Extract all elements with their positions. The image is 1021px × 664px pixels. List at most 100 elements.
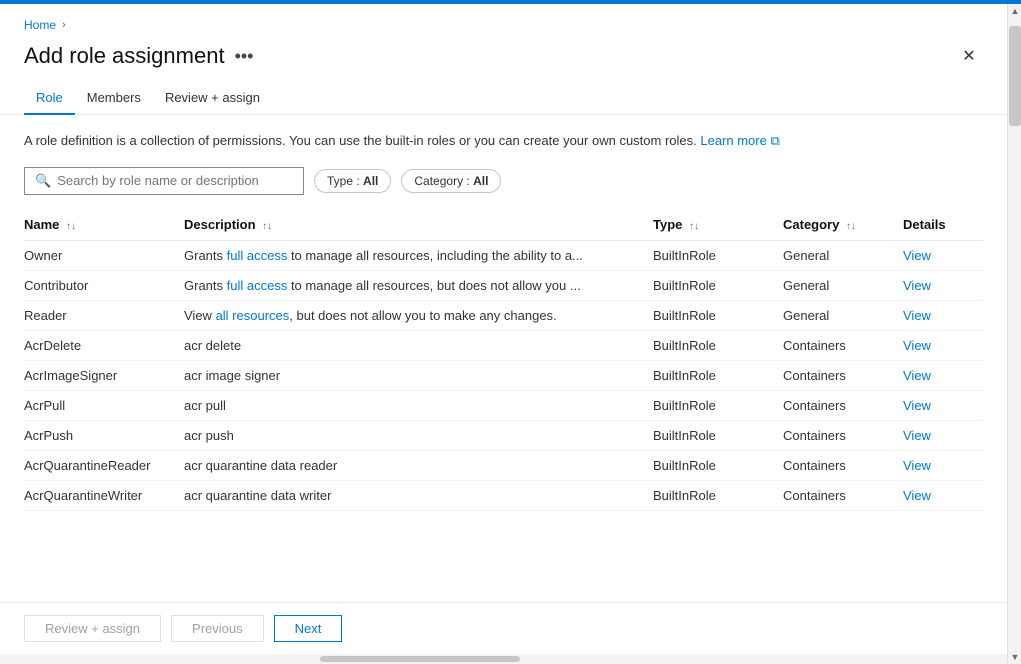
cell-name: AcrPull — [24, 390, 184, 420]
type-filter-value: All — [363, 174, 378, 188]
cell-type: BuiltInRole — [653, 330, 783, 360]
view-link[interactable]: View — [903, 248, 931, 263]
table-row[interactable]: ContributorGrants full access to manage … — [24, 270, 983, 300]
cell-details: View — [903, 360, 983, 390]
page-title: Add role assignment — [24, 43, 225, 69]
cell-category: Containers — [783, 360, 903, 390]
scroll-thumb[interactable] — [1009, 26, 1021, 126]
next-button[interactable]: Next — [274, 615, 343, 642]
type-sort-icon: ↑↓ — [689, 221, 699, 232]
close-icon: ✕ — [962, 46, 975, 66]
panel-title-group: Add role assignment ••• — [24, 43, 253, 69]
category-filter-pill[interactable]: Category : All — [401, 169, 501, 193]
table-row[interactable]: AcrPushacr pushBuiltInRoleContainersView — [24, 420, 983, 450]
cell-description: acr push — [184, 420, 653, 450]
table-body: OwnerGrants full access to manage all re… — [24, 240, 983, 510]
table-row[interactable]: AcrQuarantineReaderacr quarantine data r… — [24, 450, 983, 480]
table-row[interactable]: OwnerGrants full access to manage all re… — [24, 240, 983, 270]
learn-more-link[interactable]: Learn more ⧉ — [700, 133, 779, 148]
table-row[interactable]: AcrImageSigneracr image signerBuiltInRol… — [24, 360, 983, 390]
view-link[interactable]: View — [903, 368, 931, 383]
add-role-assignment-panel: Home › Add role assignment ••• ✕ Role — [0, 4, 1021, 664]
tab-role[interactable]: Role — [24, 82, 75, 115]
cell-name: AcrQuarantineReader — [24, 450, 184, 480]
cell-type: BuiltInRole — [653, 360, 783, 390]
cell-details: View — [903, 300, 983, 330]
cell-description: View all resources, but does not allow y… — [184, 300, 653, 330]
cell-description: acr quarantine data writer — [184, 480, 653, 510]
desc-link: full access — [227, 278, 288, 293]
panel-header: Add role assignment ••• ✕ — [0, 36, 1007, 82]
cell-type: BuiltInRole — [653, 270, 783, 300]
type-filter-label: Type : — [327, 174, 360, 188]
cell-category: Containers — [783, 420, 903, 450]
view-link[interactable]: View — [903, 308, 931, 323]
horizontal-scrollbar-thumb[interactable] — [320, 656, 520, 662]
category-filter-label: Category : — [414, 174, 469, 188]
cell-category: Containers — [783, 480, 903, 510]
cell-type: BuiltInRole — [653, 480, 783, 510]
table-row[interactable]: AcrPullacr pullBuiltInRoleContainersView — [24, 390, 983, 420]
view-link[interactable]: View — [903, 458, 931, 473]
col-header-type[interactable]: Type ↑↓ — [653, 209, 783, 241]
cell-category: General — [783, 300, 903, 330]
cell-details: View — [903, 420, 983, 450]
col-header-description[interactable]: Description ↑↓ — [184, 209, 653, 241]
search-icon: 🔍 — [35, 173, 51, 189]
cell-details: View — [903, 240, 983, 270]
search-box: 🔍 — [24, 167, 304, 195]
view-link[interactable]: View — [903, 278, 931, 293]
cell-description: Grants full access to manage all resourc… — [184, 270, 653, 300]
col-header-name[interactable]: Name ↑↓ — [24, 209, 184, 241]
cell-name: Contributor — [24, 270, 184, 300]
desc-sort-icon: ↑↓ — [262, 221, 272, 232]
tabs-bar: Role Members Review + assign — [0, 82, 1007, 115]
table-row[interactable]: AcrQuarantineWriteracr quarantine data w… — [24, 480, 983, 510]
view-link[interactable]: View — [903, 428, 931, 443]
col-header-details: Details — [903, 209, 983, 241]
cell-type: BuiltInRole — [653, 300, 783, 330]
cell-name: Owner — [24, 240, 184, 270]
filters-row: 🔍 Type : All Category : All — [24, 167, 983, 195]
cell-description: acr delete — [184, 330, 653, 360]
cell-details: View — [903, 330, 983, 360]
review-assign-button[interactable]: Review + assign — [24, 615, 161, 642]
search-input[interactable] — [57, 173, 293, 188]
view-link[interactable]: View — [903, 398, 931, 413]
desc-link: all resources — [216, 308, 290, 323]
close-button[interactable]: ✕ — [955, 42, 983, 70]
footer: Review + assign Previous Next — [0, 602, 1007, 654]
table-row[interactable]: AcrDeleteacr deleteBuiltInRoleContainers… — [24, 330, 983, 360]
cell-category: Containers — [783, 450, 903, 480]
cell-type: BuiltInRole — [653, 390, 783, 420]
breadcrumb-home-link[interactable]: Home — [24, 18, 56, 32]
scroll-track[interactable] — [1008, 18, 1021, 650]
tab-review-assign[interactable]: Review + assign — [153, 82, 272, 115]
cell-description: acr image signer — [184, 360, 653, 390]
table-row[interactable]: ReaderView all resources, but does not a… — [24, 300, 983, 330]
category-sort-icon: ↑↓ — [846, 221, 856, 232]
cell-type: BuiltInRole — [653, 450, 783, 480]
cell-name: AcrPush — [24, 420, 184, 450]
tab-members[interactable]: Members — [75, 82, 153, 115]
cell-name: AcrImageSigner — [24, 360, 184, 390]
cell-type: BuiltInRole — [653, 420, 783, 450]
previous-button[interactable]: Previous — [171, 615, 264, 642]
vertical-scrollbar[interactable]: ▲ ▼ — [1007, 4, 1021, 664]
scroll-up-arrow[interactable]: ▲ — [1008, 4, 1021, 18]
scroll-down-arrow[interactable]: ▼ — [1008, 650, 1021, 664]
table-header-row: Name ↑↓ Description ↑↓ Type ↑↓ — [24, 209, 983, 241]
more-options-icon[interactable]: ••• — [235, 46, 254, 67]
type-filter-pill[interactable]: Type : All — [314, 169, 391, 193]
cell-category: Containers — [783, 330, 903, 360]
view-link[interactable]: View — [903, 338, 931, 353]
breadcrumb: Home › — [0, 4, 1007, 36]
cell-details: View — [903, 390, 983, 420]
col-header-category[interactable]: Category ↑↓ — [783, 209, 903, 241]
view-link[interactable]: View — [903, 488, 931, 503]
cell-details: View — [903, 480, 983, 510]
description-text: A role definition is a collection of per… — [24, 131, 983, 151]
content-area: A role definition is a collection of per… — [0, 115, 1007, 602]
horizontal-scrollbar[interactable] — [0, 654, 1007, 664]
cell-description: acr quarantine data reader — [184, 450, 653, 480]
